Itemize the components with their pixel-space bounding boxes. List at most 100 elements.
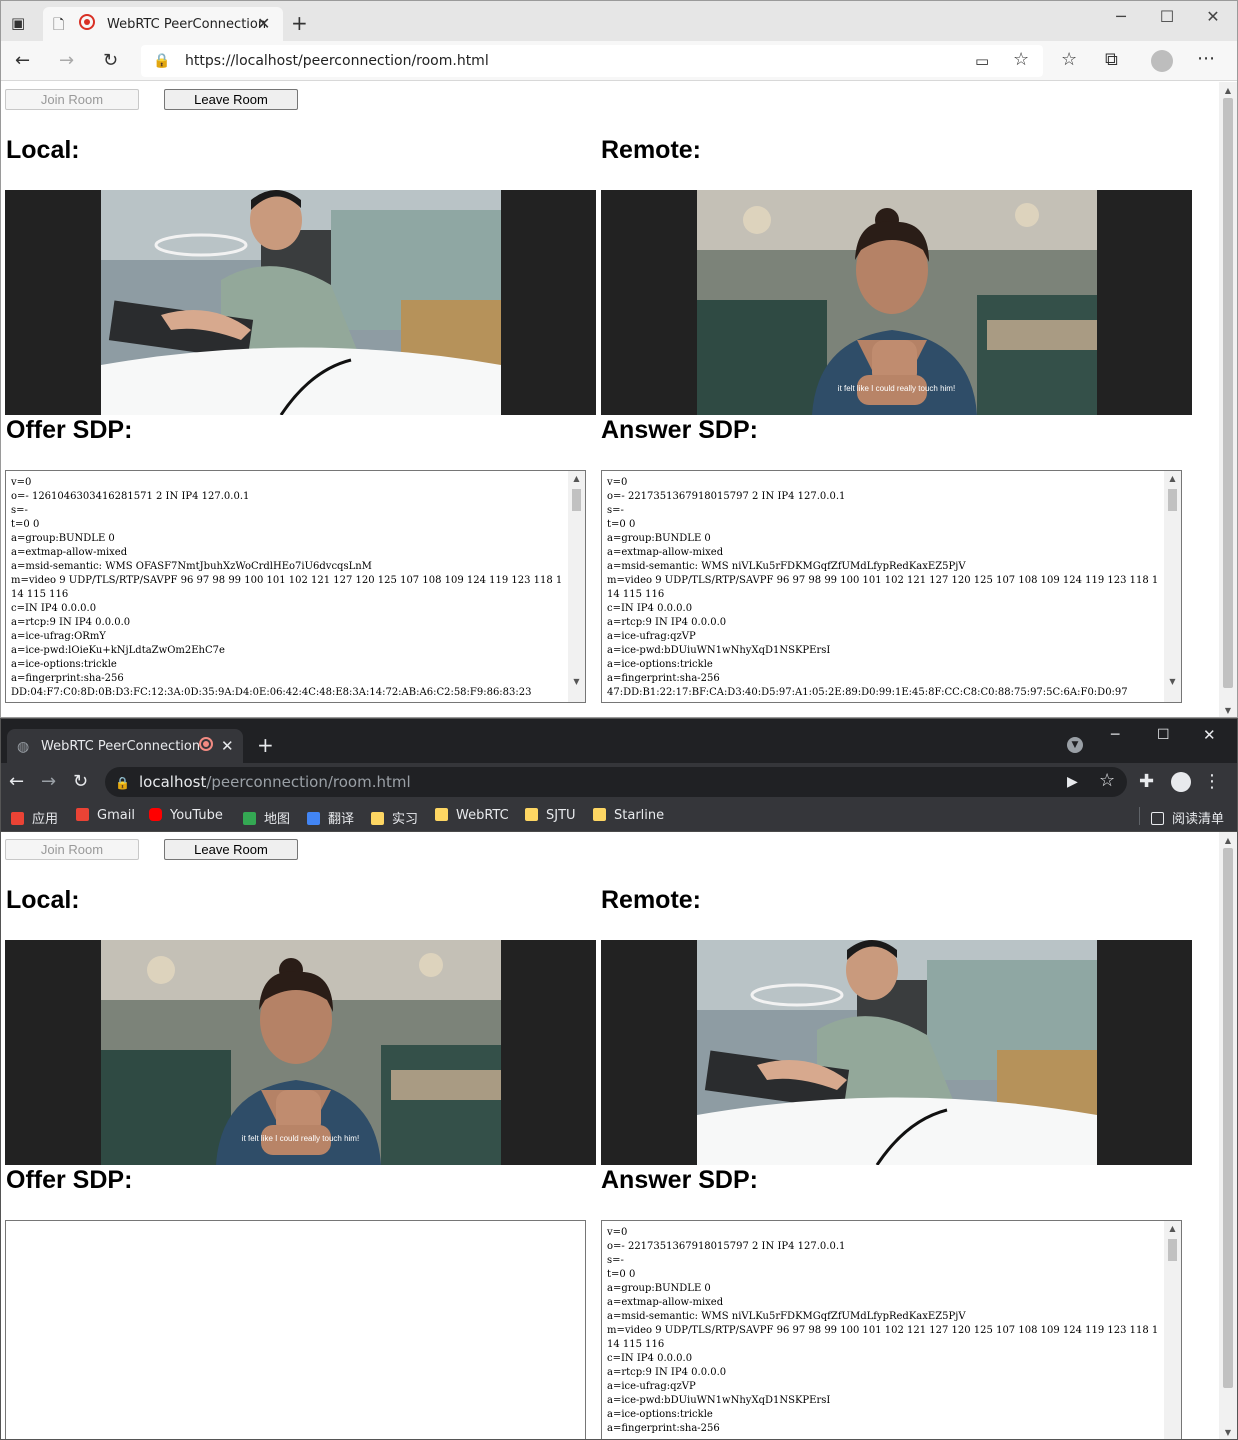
url-path: /peerconnection/room.html (206, 773, 411, 791)
lock-icon[interactable]: 🔒 (115, 773, 130, 793)
forward-icon[interactable]: → (41, 772, 56, 792)
bookmark-folder-webrtc[interactable]: WebRTC (435, 808, 509, 823)
local-video[interactable]: it felt like I could really touch him! (5, 940, 596, 1165)
scroll-up-icon[interactable]: ▲ (568, 474, 585, 483)
back-icon[interactable]: ← (9, 772, 24, 792)
answer-sdp-textarea[interactable]: v=0 o=- 2217351367918015797 2 IN IP4 127… (601, 1220, 1182, 1439)
offer-sdp-textarea[interactable]: v=0 o=- 1261046303416281571 2 IN IP4 127… (5, 470, 586, 703)
new-tab-icon[interactable]: + (257, 735, 274, 755)
edge-tab-bar: ▣ 🗋 WebRTC PeerConnection ✕ + ─ ☐ ✕ (1, 1, 1237, 41)
offer-sdp-scrollbar[interactable]: ▲ ▼ (568, 471, 585, 702)
scroll-down-icon[interactable]: ▼ (1219, 706, 1237, 715)
scroll-down-icon[interactable]: ▼ (568, 677, 585, 686)
local-video[interactable] (5, 190, 596, 415)
bookmark-star-icon[interactable]: ☆ (1099, 771, 1115, 791)
page-scrollbar[interactable]: ▲ ▼ (1219, 82, 1237, 717)
answer-sdp-scrollbar[interactable]: ▲▼ (1164, 471, 1181, 702)
scroll-up-icon[interactable]: ▲ (1164, 1224, 1181, 1233)
address-bar[interactable]: 🔒 https://localhost/peerconnection/room.… (141, 45, 1043, 77)
join-room-button[interactable]: Join Room (5, 89, 139, 110)
extensions-icon[interactable]: ✚ (1139, 772, 1154, 792)
folder-icon (525, 808, 538, 821)
bookmark-youtube[interactable]: YouTube (149, 808, 223, 823)
bookmark-maps[interactable]: 地图 (243, 808, 290, 827)
close-tab-icon[interactable]: ✕ (257, 14, 270, 34)
scroll-up-icon[interactable]: ▲ (1164, 474, 1181, 483)
offer-sdp-text[interactable]: v=0 o=- 1261046303416281571 2 IN IP4 127… (11, 476, 567, 700)
apps-grid-icon (11, 812, 24, 825)
bookmark-folder-starline[interactable]: Starline (593, 808, 664, 823)
forward-icon[interactable]: → (59, 51, 74, 71)
favorites-icon[interactable]: ☆ (1061, 50, 1077, 70)
join-room-button[interactable]: Join Room (5, 839, 139, 860)
more-icon[interactable]: ⋯ (1197, 49, 1215, 69)
camera-icon[interactable]: ▶ (1067, 772, 1078, 792)
gmail-icon (76, 808, 89, 821)
minimize-icon[interactable]: ─ (1111, 725, 1119, 745)
bookmark-gmail[interactable]: Gmail (76, 808, 135, 823)
remote-video-frame (697, 940, 1097, 1165)
omnibox[interactable]: 🔒 localhost/peerconnection/room.html ▶ ☆ (105, 767, 1127, 797)
chrome-tab[interactable]: ◍ WebRTC PeerConnection ✕ (7, 729, 243, 763)
bookmark-apps[interactable]: 应用 (11, 808, 58, 827)
scroll-up-icon[interactable]: ▲ (1219, 86, 1237, 95)
offer-sdp-textarea[interactable] (5, 1220, 586, 1439)
leave-room-button[interactable]: Leave Room (164, 89, 298, 110)
minimize-icon[interactable]: ─ (1111, 7, 1131, 26)
answer-sdp-text[interactable]: v=0 o=- 2217351367918015797 2 IN IP4 127… (607, 1226, 1163, 1436)
profile-avatar[interactable] (1171, 772, 1191, 792)
maximize-icon[interactable]: ☐ (1157, 7, 1177, 26)
address-url[interactable]: https://localhost/peerconnection/room.ht… (185, 53, 489, 69)
remote-heading: Remote: (601, 136, 702, 164)
bookmark-translate[interactable]: 翻译 (307, 808, 354, 827)
collections-icon[interactable]: ⧉ (1105, 50, 1118, 70)
profile-avatar[interactable] (1151, 50, 1173, 72)
close-window-icon[interactable]: ✕ (1203, 725, 1216, 745)
local-video-frame (101, 190, 501, 415)
tab-search-icon[interactable]: ▼ (1067, 737, 1083, 753)
refresh-icon[interactable]: ↻ (73, 772, 88, 792)
bookmarks-bar: 应用 Gmail YouTube 地图 翻译 实习 WebRTC SJTU St… (1, 801, 1237, 832)
new-tab-icon[interactable]: + (291, 13, 308, 33)
close-window-icon[interactable]: ✕ (1203, 7, 1223, 26)
leave-room-button[interactable]: Leave Room (164, 839, 298, 860)
page-scrollbar[interactable]: ▲ ▼ (1219, 832, 1237, 1439)
omnibox-url[interactable]: localhost/peerconnection/room.html (139, 773, 411, 791)
page-icon: 🗋 (53, 17, 65, 33)
edge-toolbar: ← → ↻ 🔒 https://localhost/peerconnection… (1, 41, 1237, 81)
back-icon[interactable]: ← (15, 51, 30, 71)
page-content: Join Room Leave Room Local: Remote: it f… (1, 82, 1219, 717)
reading-list[interactable]: 阅读清单 (1151, 808, 1224, 827)
scroll-down-icon[interactable]: ▼ (1164, 677, 1181, 686)
edge-tab[interactable]: 🗋 WebRTC PeerConnection ✕ (43, 7, 283, 41)
tab-actions-icon[interactable]: ▣ (11, 13, 25, 33)
answer-sdp-scrollbar[interactable]: ▲▼ (1164, 1221, 1181, 1439)
recording-icon (199, 737, 213, 751)
remote-heading: Remote: (601, 886, 702, 914)
folder-icon (593, 808, 606, 821)
local-video-frame (101, 940, 501, 1165)
maximize-icon[interactable]: ☐ (1157, 725, 1170, 745)
refresh-icon[interactable]: ↻ (103, 51, 118, 71)
offer-sdp-heading: Offer SDP: (6, 416, 133, 444)
remote-video[interactable]: it felt like I could really touch him! (601, 190, 1192, 415)
local-heading: Local: (6, 886, 80, 914)
video-caption: it felt like I could really touch him! (837, 384, 956, 393)
menu-icon[interactable]: ⋮ (1203, 772, 1221, 792)
answer-sdp-heading: Answer SDP: (601, 1166, 758, 1194)
tab-title: WebRTC PeerConnection (107, 17, 267, 32)
remote-video[interactable] (601, 940, 1192, 1165)
reading-list-icon (1151, 812, 1164, 825)
close-tab-icon[interactable]: ✕ (221, 736, 234, 756)
folder-icon (371, 812, 384, 825)
answer-sdp-text[interactable]: v=0 o=- 2217351367918015797 2 IN IP4 127… (607, 476, 1163, 700)
camera-icon[interactable]: ▭ (975, 51, 989, 71)
scroll-down-icon[interactable]: ▼ (1219, 1428, 1237, 1437)
lock-icon[interactable]: 🔒 (153, 51, 170, 71)
add-favorite-icon[interactable]: ☆ (1013, 50, 1029, 70)
bookmark-folder-internship[interactable]: 实习 (371, 808, 418, 827)
youtube-icon (149, 808, 162, 821)
scroll-up-icon[interactable]: ▲ (1219, 836, 1237, 845)
answer-sdp-textarea[interactable]: v=0 o=- 2217351367918015797 2 IN IP4 127… (601, 470, 1182, 703)
bookmark-folder-sjtu[interactable]: SJTU (525, 808, 576, 823)
